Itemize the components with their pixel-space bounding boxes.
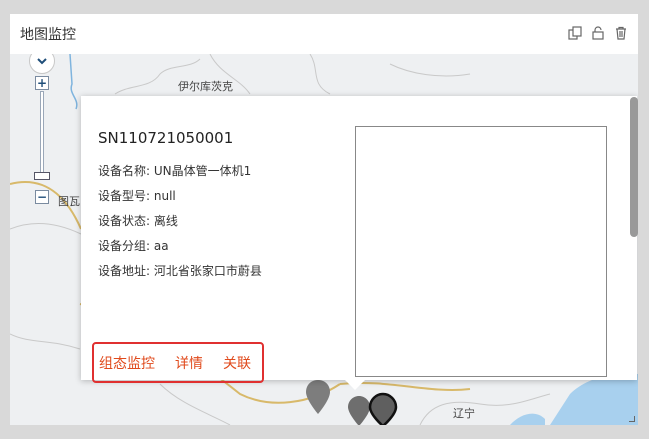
zoom-slider-track[interactable] (40, 91, 44, 175)
map-label-tuva: 图瓦 (58, 195, 80, 208)
map-marker-icon[interactable] (306, 380, 330, 414)
zoom-in-button[interactable]: + (35, 76, 49, 90)
info-value: 离线 (153, 214, 178, 228)
device-name-row: 设备名称: UN晶体管一体机1 (98, 162, 251, 179)
resize-handle[interactable] (629, 416, 635, 422)
popup-actions: 组态监控 详情 关联 (92, 342, 264, 383)
map-label-liaoning: 辽宁 (453, 407, 475, 420)
chevron-down-icon (37, 58, 47, 65)
popup-pointer (345, 380, 365, 390)
device-image-frame (355, 126, 607, 377)
config-monitor-link[interactable]: 组态监控 (99, 353, 155, 373)
link-device-link[interactable]: 关联 (223, 353, 251, 373)
details-link[interactable]: 详情 (175, 353, 203, 373)
info-value: null (153, 189, 176, 203)
map-marker-selected-icon[interactable] (366, 392, 400, 425)
info-value: aa (153, 239, 169, 253)
panel-title: 地图监控 (20, 27, 76, 43)
info-value: 河北省张家口市蔚县 (153, 264, 262, 278)
panel-toolbar (567, 25, 628, 40)
zoom-slider-handle[interactable] (34, 172, 50, 180)
vertical-scrollbar[interactable] (630, 97, 638, 237)
unlock-icon[interactable] (590, 25, 605, 40)
copy-icon[interactable] (567, 25, 582, 40)
info-value: UN晶体管一体机1 (153, 164, 252, 178)
device-model-row: 设备型号: null (98, 187, 176, 204)
trash-icon[interactable] (613, 25, 628, 40)
device-info-popup: SN110721050001 设备名称: UN晶体管一体机1 设备型号: nul… (81, 96, 637, 390)
info-label: 设备型号: (98, 189, 151, 203)
info-label: 设备地址: (98, 264, 151, 278)
info-label: 设备名称: (98, 164, 151, 178)
info-label: 设备分组: (98, 239, 151, 253)
info-label: 设备状态: (98, 214, 151, 228)
device-group-row: 设备分组: aa (98, 237, 169, 254)
device-status-row: 设备状态: 离线 (98, 212, 178, 229)
map-monitor-panel: 地图监控 伊尔库茨克 图瓦 辽宁 + − SN110721050001 设备名称… (10, 14, 638, 425)
zoom-out-button[interactable]: − (35, 190, 49, 204)
device-address-row: 设备地址: 河北省张家口市蔚县 (98, 262, 262, 279)
map-label-irkutsk: 伊尔库茨克 (178, 80, 233, 93)
device-serial: SN110721050001 (98, 129, 234, 147)
